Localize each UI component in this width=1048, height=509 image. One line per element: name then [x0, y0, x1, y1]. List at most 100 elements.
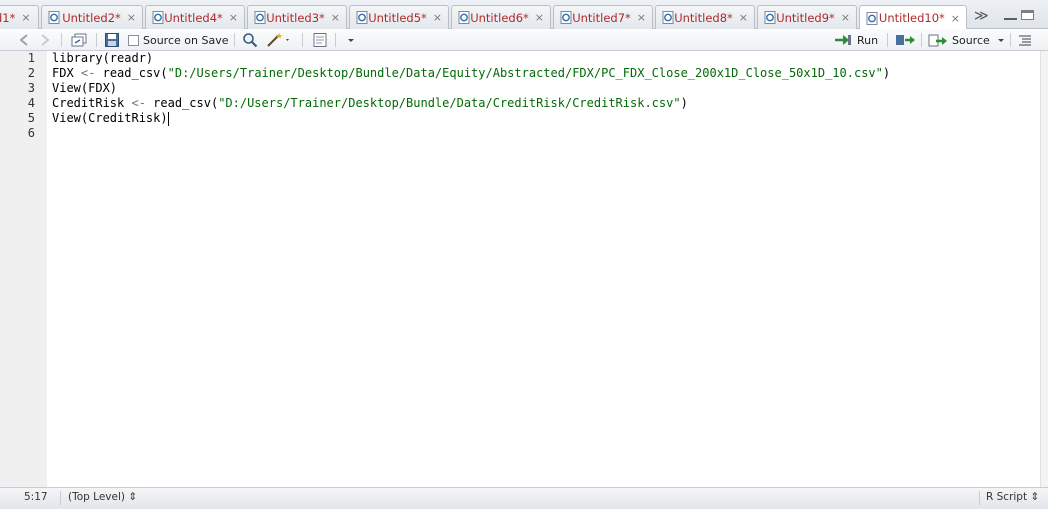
tab-untitled7[interactable]: Untitled7* × [553, 5, 653, 29]
code-token: ) [680, 96, 688, 110]
compile-report-icon[interactable] [312, 32, 328, 48]
tab-untitled4[interactable]: Untitled4* × [145, 5, 245, 29]
tab-label: Untitled7* [572, 10, 631, 25]
file-type-selector[interactable]: R Script ⇕ [986, 491, 1039, 503]
toolbar-divider [887, 33, 888, 47]
code-token: ) [882, 66, 891, 80]
tab-untitled6[interactable]: Untitled6* × [451, 5, 551, 29]
code-token: read_csv( [153, 96, 219, 110]
run-button[interactable]: Run [833, 32, 878, 48]
save-icon[interactable] [104, 32, 120, 48]
r-file-icon [764, 11, 776, 24]
close-icon[interactable]: × [739, 11, 748, 24]
close-icon[interactable]: × [433, 11, 442, 24]
vertical-scrollbar[interactable] [1040, 51, 1048, 487]
code-token: read_csv( [102, 66, 168, 80]
line-number: 5 [27, 111, 35, 125]
options-dropdown-icon[interactable] [346, 32, 356, 48]
run-label: Run [857, 33, 879, 47]
maximize-pane-icon[interactable] [1021, 10, 1034, 20]
close-icon[interactable]: × [127, 11, 136, 24]
toolbar-divider [234, 33, 235, 47]
tab-untitled5[interactable]: Untitled5* × [349, 5, 449, 29]
tab-label: Untitled4* [164, 10, 223, 25]
search-icon[interactable] [242, 32, 258, 48]
code-token: CreditRisk [52, 96, 125, 110]
tab-label: Untitled8* [674, 10, 733, 25]
toolbar-divider [921, 33, 922, 47]
line-number: 4 [27, 96, 35, 110]
forward-arrow-icon[interactable] [37, 32, 53, 48]
close-icon[interactable]: × [331, 11, 340, 24]
code-token: <- [73, 66, 103, 80]
source-on-save-checkbox[interactable]: Source on Save [128, 32, 228, 48]
tab-label: Untitled6* [470, 10, 529, 25]
checkbox-icon[interactable] [128, 34, 139, 46]
r-file-icon [866, 11, 878, 25]
code-string: "D:/Users/Trainer/Desktop/Bundle/Data/Cr… [218, 96, 681, 110]
tab-label: d1* [0, 10, 16, 25]
tab-label: Untitled2* [62, 10, 121, 25]
line-number: 1 [27, 51, 35, 65]
code-token: View(CreditRisk) [52, 111, 168, 125]
code-editor[interactable]: library(readr) FDX <- read_csv("D:/Users… [47, 51, 1040, 487]
status-divider [60, 491, 61, 505]
r-file-icon [152, 11, 164, 24]
show-in-window-icon[interactable] [70, 32, 88, 48]
close-icon[interactable]: × [637, 11, 646, 24]
close-icon[interactable]: × [21, 11, 30, 24]
back-arrow-icon[interactable] [17, 32, 33, 48]
cursor-position: 5:17 [24, 491, 48, 503]
toolbar-divider [1010, 33, 1011, 47]
tab-overflow-chevron-icon[interactable]: ≫ [974, 8, 989, 24]
r-file-icon [254, 11, 266, 24]
toolbar-divider [96, 33, 97, 47]
code-token: FDX [52, 66, 74, 80]
line-number: 2 [27, 66, 35, 80]
tab-label: Untitled5* [368, 10, 427, 25]
code-tools-wand-icon[interactable] [266, 32, 292, 48]
code-line-4: CreditRisk <- read_csv("D:/Users/Trainer… [52, 96, 688, 110]
source-on-save-label: Source on Save [143, 33, 229, 47]
tab-untitled3[interactable]: Untitled3* × [247, 5, 347, 29]
document-outline-icon[interactable] [1018, 32, 1032, 48]
tab-untitled10[interactable]: Untitled10* × [859, 5, 967, 30]
code-line-5: View(CreditRisk) [52, 111, 169, 126]
tab-untitled1[interactable]: d1* × [0, 5, 39, 29]
tab-untitled2[interactable]: Untitled2* × [41, 5, 143, 29]
scope-selector[interactable]: (Top Level) ⇕ [68, 491, 137, 503]
r-file-icon [48, 11, 60, 24]
tab-label: Untitled10* [878, 11, 945, 25]
status-divider [979, 491, 980, 505]
close-icon[interactable]: × [535, 11, 544, 24]
text-cursor [167, 111, 169, 126]
editor-tab-bar: d1* × Untitled2* × Untitled4* × Untitled… [0, 0, 1048, 30]
code-token: <- [124, 96, 154, 110]
source-dropdown-icon[interactable] [994, 35, 1008, 45]
code-line-1: library(readr) [52, 51, 153, 65]
line-number: 6 [27, 126, 35, 140]
close-icon[interactable]: × [229, 11, 238, 24]
r-file-icon [560, 11, 572, 24]
line-number: 3 [27, 81, 35, 95]
close-icon[interactable]: × [951, 12, 960, 25]
minimize-pane-icon[interactable] [1004, 10, 1017, 20]
r-file-icon [458, 11, 470, 24]
tab-label: Untitled3* [266, 10, 325, 25]
close-icon[interactable]: × [841, 11, 850, 24]
toolbar-divider [335, 33, 336, 47]
tab-untitled9[interactable]: Untitled9* × [757, 5, 857, 29]
code-token: View(FDX) [52, 81, 118, 95]
tab-label: Untitled9* [776, 10, 835, 25]
toolbar-divider [61, 33, 62, 47]
toolbar-divider [302, 33, 303, 47]
code-line-2: FDX <- read_csv("D:/Users/Trainer/Deskto… [52, 66, 890, 80]
source-label: Source [952, 33, 990, 47]
tab-untitled8[interactable]: Untitled8* × [655, 5, 755, 29]
editor-toolbar: Source on Save Run Source [0, 29, 1048, 51]
rerun-icon[interactable] [895, 32, 917, 48]
source-button[interactable]: Source [928, 32, 1008, 48]
status-bar: 5:17 (Top Level) ⇕ R Script ⇕ [0, 487, 1048, 509]
r-file-icon [356, 11, 368, 24]
code-token: library(readr) [52, 51, 154, 65]
